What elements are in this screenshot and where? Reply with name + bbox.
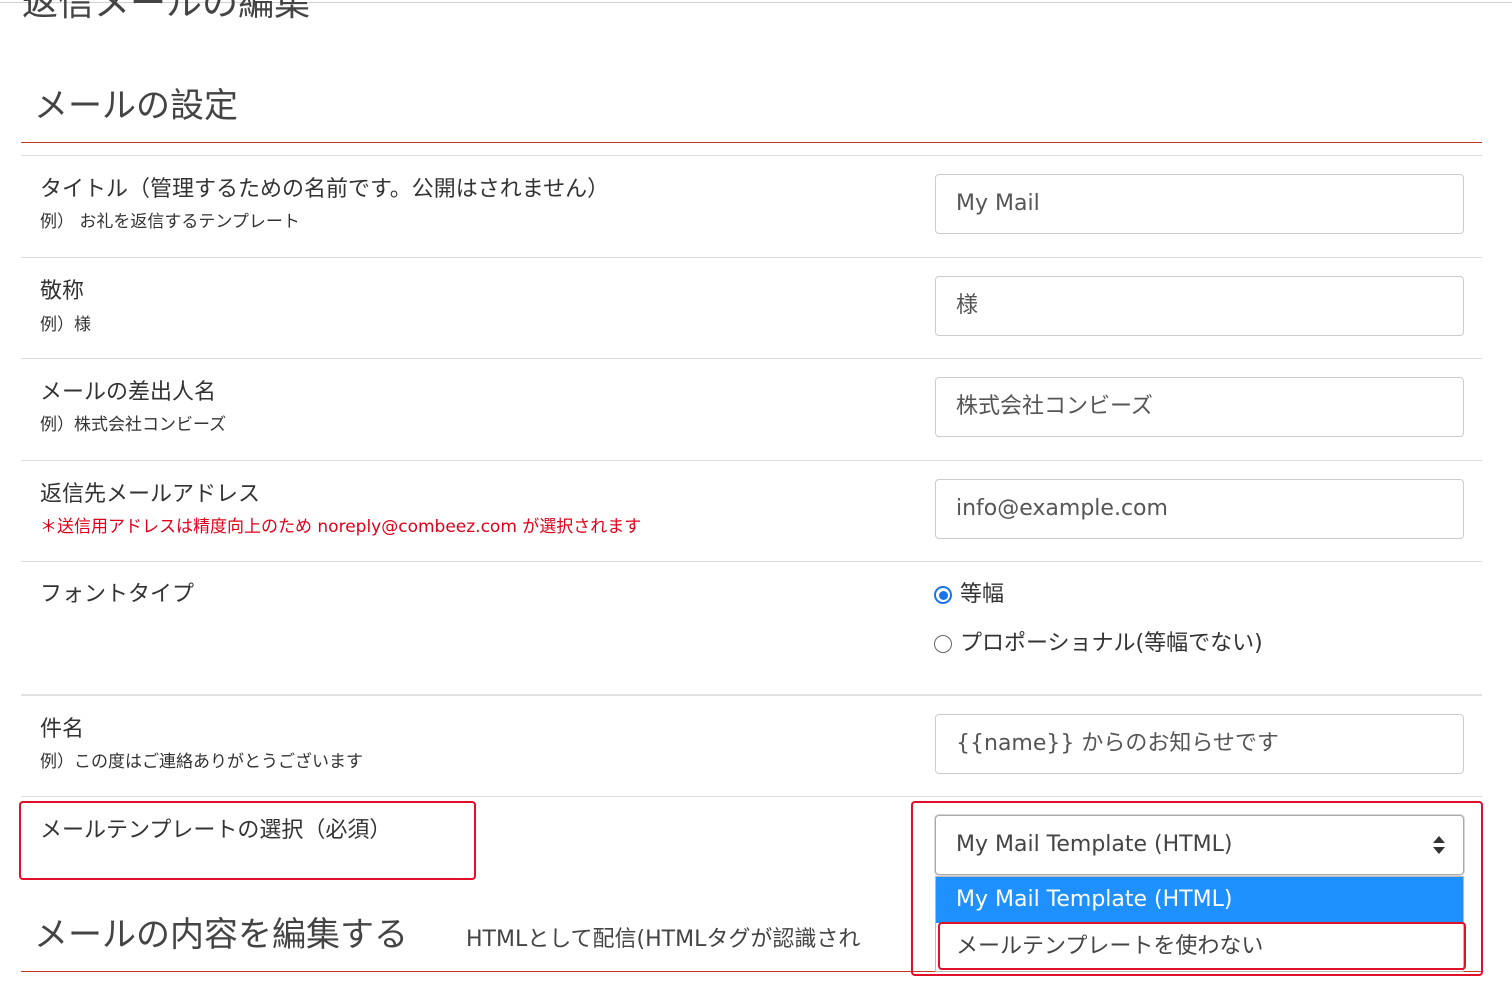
title-example: 例） お礼を返信するテンプレート (40, 212, 300, 232)
font-type-option-label: 等幅 (960, 582, 1005, 607)
mail-settings-divider (21, 142, 1482, 143)
subject-input[interactable]: {{name}} からのお知らせです (935, 714, 1464, 774)
radio-unchecked-icon[interactable] (934, 635, 952, 653)
font-type-option-monospace[interactable]: 等幅 (934, 581, 1004, 609)
honorific-example: 例）様 (40, 315, 91, 335)
html-format-note: HTMLとして配信(HTMLタグが認識され (466, 927, 861, 952)
row-divider (21, 358, 1482, 359)
subject-label: 件名 (40, 717, 85, 742)
row-divider (21, 694, 1482, 696)
row-divider (21, 796, 1482, 797)
radio-checked-icon[interactable] (934, 586, 952, 604)
content-heading: メールの内容を編集する (34, 915, 408, 955)
sender-example: 例）株式会社コンビーズ (40, 415, 227, 435)
title-label: タイトル（管理するための名前です。公開はされません） (40, 177, 610, 202)
font-type-option-label: プロポーショナル(等幅でない) (960, 631, 1263, 656)
row-divider (21, 155, 1482, 156)
font-type-label: フォントタイプ (40, 582, 195, 607)
mail-settings-heading: メールの設定 (34, 86, 238, 126)
highlight-box-label (19, 801, 476, 880)
title-input[interactable]: My Mail (935, 174, 1464, 234)
row-divider (21, 257, 1482, 258)
sender-input[interactable]: 株式会社コンビーズ (935, 377, 1464, 437)
highlight-box-option (938, 922, 1466, 970)
font-type-option-proportional[interactable]: プロポーショナル(等幅でない) (934, 630, 1263, 658)
reply-to-label: 返信先メールアドレス (40, 482, 261, 507)
row-divider (21, 460, 1482, 461)
subject-example: 例）この度はご連絡ありがとうございます (40, 752, 363, 772)
reply-to-note: ＊送信用アドレスは精度向上のため noreply@combeez.com が選択… (40, 517, 642, 537)
page-title: 返信メールの編集 (22, 0, 311, 24)
row-divider (21, 561, 1482, 562)
honorific-label: 敬称 (40, 279, 85, 304)
honorific-input[interactable]: 様 (935, 276, 1464, 336)
reply-to-input[interactable]: info@example.com (935, 479, 1464, 539)
sender-label: メールの差出人名 (40, 380, 217, 405)
